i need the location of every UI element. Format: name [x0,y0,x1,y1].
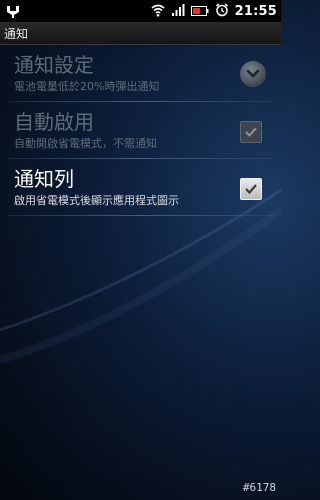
checkmark-icon [245,184,257,195]
setting-summary: 啟用省電模式後顯示應用程式圖示 [14,194,179,207]
title-bar: 通知 [0,22,281,45]
chevron-down-icon [246,69,260,78]
setting-summary: 電池電量低於20%時彈出通知 [14,80,160,93]
auto-enable-checkbox[interactable] [240,121,262,143]
signal-icon [171,2,185,21]
setting-title: 通知列 [14,167,74,191]
settings-list: 通知設定 電池電量低於20%時彈出通知 自動啟用 自動開啟省電模式，不需通知 通… [0,45,281,216]
divider [8,215,273,216]
notification-bar-checkbox[interactable] [240,178,262,200]
dropdown-button[interactable] [240,61,266,87]
wifi-icon [151,2,165,21]
usb-debug-icon [5,3,21,19]
battery-icon [190,2,209,21]
setting-auto-enable[interactable]: 自動啟用 自動開啟省電模式，不需通知 [0,102,281,158]
checkmark-icon [245,127,257,137]
setting-notification-bar[interactable]: 通知列 啟用省電模式後顯示應用程式圖示 [0,159,281,215]
watermark: #6178 [242,481,276,494]
setting-title: 自動啟用 [14,110,94,134]
status-time: 21:55 [234,3,277,19]
page-title: 通知 [4,26,29,41]
setting-notification-settings[interactable]: 通知設定 電池電量低於20%時彈出通知 [0,45,281,101]
alarm-clock-icon [215,2,229,21]
status-bar: 21:55 [0,0,281,22]
setting-title: 通知設定 [14,53,94,77]
setting-summary: 自動開啟省電模式，不需通知 [14,137,157,150]
